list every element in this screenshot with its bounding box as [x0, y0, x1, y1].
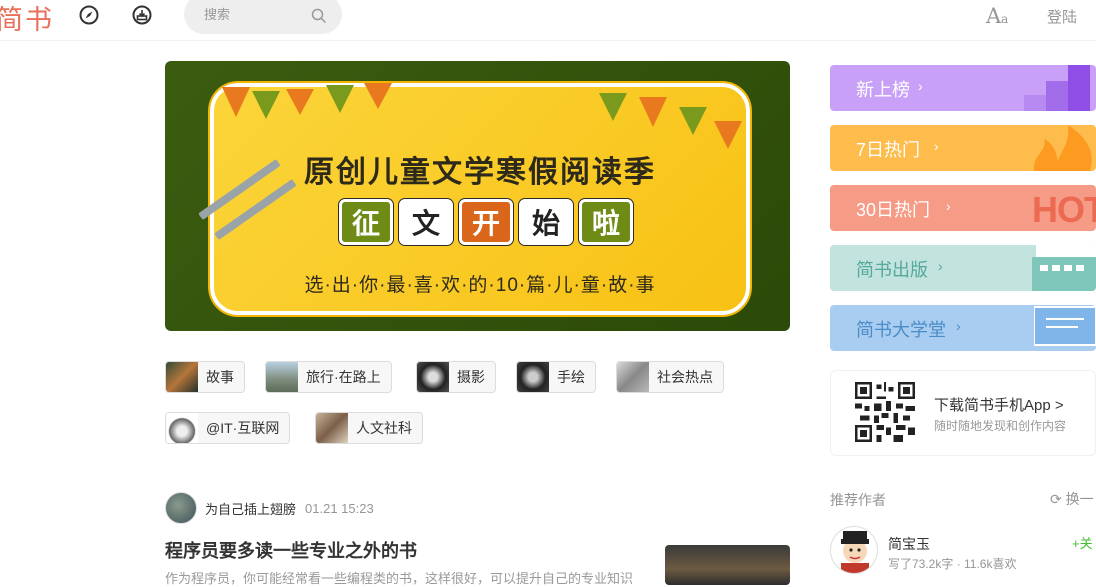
banner-subtitle: 选·出·你·最·喜·欢·的·10·篇·儿·童·故·事: [304, 275, 656, 296]
board-label: 新上榜: [856, 80, 910, 100]
swap-batch-label: 换一: [1065, 491, 1094, 507]
topic-tag[interactable]: 旅行·在路上: [265, 361, 392, 393]
bunting-flag: [714, 121, 742, 149]
board-label: 30日热门: [856, 200, 931, 220]
hot-decor-text: HOT: [1032, 189, 1096, 230]
post-abstract: 作为程序员，你可能经常看一些编程类的书，这样很好，可以提升自己的专业知识: [165, 571, 634, 586]
post-author-line: 为自己插上翅膀 01.21 15:23: [165, 492, 374, 524]
banner-tiles: 征 文 开 始 啦: [339, 199, 633, 245]
banner-card: 原创儿童文学寒假阅读季 征 文 开 始 啦 选·出·你·最·喜·欢·的·10·篇…: [198, 83, 750, 315]
recommended-authors-heading: 推荐作者: [830, 492, 886, 508]
bunting-flag: [639, 97, 667, 127]
search-icon[interactable]: [311, 8, 327, 29]
recommended-author-avatar[interactable]: [830, 526, 878, 574]
topic-tag-label: @IT·互联网: [206, 420, 280, 436]
download-app-icon[interactable]: [132, 5, 152, 25]
topic-thumbnail: [617, 362, 649, 392]
download-app-card[interactable]: 下载简书手机App > 随时随地发现和创作内容: [830, 370, 1096, 456]
banner-tile: 始: [519, 199, 573, 245]
blackboard-decor-icon: [1034, 306, 1096, 346]
topic-thumbnail: [417, 362, 449, 392]
post-time: 01.21 15:23: [305, 500, 374, 516]
search-input[interactable]: [204, 4, 304, 24]
banner-tile: 征: [339, 199, 393, 245]
bunting-flag: [599, 93, 627, 121]
author-name[interactable]: 为自己插上翅膀: [205, 499, 296, 518]
topic-tag[interactable]: 故事: [165, 361, 245, 393]
search-box: [184, 0, 342, 34]
topic-thumbnail: [166, 362, 198, 392]
font-toggle-big-letter: A: [986, 4, 1002, 28]
banner-tile: 啦: [579, 199, 633, 245]
chevron-right-icon: ›: [938, 258, 943, 274]
swap-batch-button[interactable]: ⟳ 换一: [1050, 489, 1094, 509]
board-30day-hot[interactable]: 30日热门 › HOT: [830, 185, 1096, 231]
qr-code-icon: [855, 382, 915, 442]
download-app-title: 下载简书手机App >: [934, 394, 1064, 415]
bunting-flag: [679, 107, 707, 135]
topic-tag-label: 旅行·在路上: [306, 369, 381, 385]
follow-button[interactable]: +关: [1072, 533, 1093, 552]
bunting-flag: [252, 91, 280, 119]
recommended-author-name[interactable]: 简宝玉: [888, 534, 930, 554]
board-label: 简书出版: [856, 260, 928, 280]
font-size-toggle[interactable]: Aa: [986, 4, 1008, 28]
discover-compass-icon[interactable]: [79, 5, 99, 25]
chevron-right-icon: ›: [956, 318, 961, 334]
promo-banner[interactable]: 原创儿童文学寒假阅读季 征 文 开 始 啦 选·出·你·最·喜·欢·的·10·篇…: [165, 61, 790, 331]
refresh-icon: ⟳: [1050, 491, 1062, 507]
download-app-subtitle: 随时随地发现和创作内容: [934, 419, 1067, 433]
bunting-flag: [326, 85, 354, 113]
topic-tag-label: 故事: [206, 369, 234, 385]
banner-title: 原创儿童文学寒假阅读季: [304, 155, 656, 190]
topic-tag-label: 人文社科: [356, 420, 412, 436]
chevron-right-icon: ›: [934, 138, 939, 154]
board-publishing[interactable]: 简书出版 ›: [830, 245, 1096, 291]
jianshu-logo[interactable]: 简书: [0, 0, 54, 37]
bunting-flag: [286, 89, 314, 115]
download-app-title-text: 下载简书手机App: [934, 397, 1051, 414]
topic-thumbnail: [166, 413, 198, 443]
chevron-right-icon: >: [1054, 397, 1064, 414]
flame-decor-icon: [1033, 125, 1092, 171]
post-title[interactable]: 程序员要多读一些专业之外的书: [165, 537, 417, 563]
board-label: 简书大学堂: [856, 320, 946, 340]
topic-thumbnail: [266, 362, 298, 392]
topic-tag[interactable]: 手绘: [516, 361, 596, 393]
topic-tag[interactable]: 摄影: [416, 361, 496, 393]
board-university[interactable]: 简书大学堂 ›: [830, 305, 1096, 351]
font-toggle-small-letter: a: [1001, 12, 1009, 26]
board-label: 7日热门: [856, 140, 921, 160]
bunting-flag: [364, 83, 392, 109]
bunting-flag: [222, 87, 250, 117]
topic-thumbnail: [316, 413, 348, 443]
board-new-list[interactable]: 新上榜 ›: [830, 65, 1096, 111]
author-avatar[interactable]: [165, 492, 197, 524]
typewriter-decor-icon: [1032, 245, 1096, 291]
topic-tag[interactable]: @IT·互联网: [165, 412, 291, 444]
banner-tile: 文: [399, 199, 453, 245]
bar-chart-decor-icon: [1024, 65, 1090, 111]
topic-tag-label: 社会热点: [657, 369, 713, 385]
board-7day-hot[interactable]: 7日热门 ›: [830, 125, 1096, 171]
recommended-author-meta: 写了73.2k字 · 11.6k喜欢: [888, 557, 1017, 571]
login-link[interactable]: 登陆: [1047, 6, 1077, 27]
banner-tile: 开: [459, 199, 513, 245]
topic-tag[interactable]: 人文社科: [315, 412, 423, 444]
topic-thumbnail: [517, 362, 549, 392]
chevron-right-icon: ›: [918, 78, 923, 94]
post-thumbnail[interactable]: [665, 545, 790, 585]
chevron-right-icon: ›: [946, 198, 951, 214]
top-navbar: 简书 Aa 登陆: [0, 0, 1096, 41]
topic-tag-label: 摄影: [457, 369, 485, 385]
topic-tag[interactable]: 社会热点: [616, 361, 724, 393]
topic-tag-label: 手绘: [557, 369, 585, 385]
